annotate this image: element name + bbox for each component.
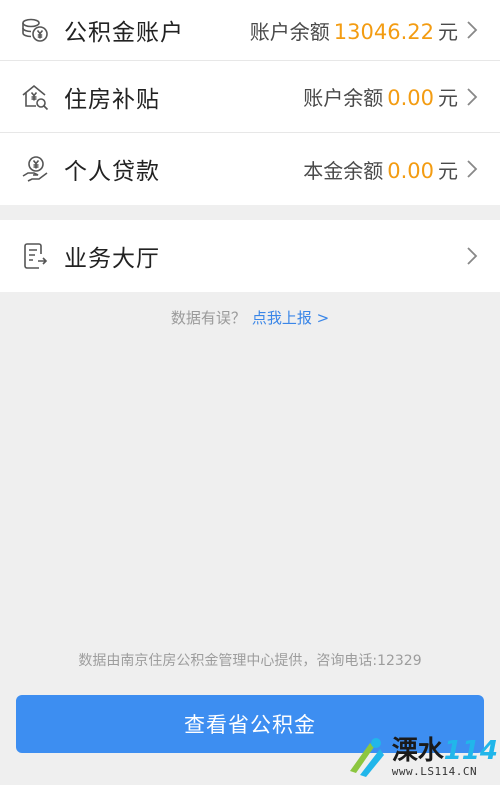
row-label: 住房补贴 xyxy=(64,86,160,113)
document-icon xyxy=(20,241,50,271)
balance-unit: 元 xyxy=(438,19,458,44)
row-label: 公积金账户 xyxy=(64,20,184,46)
service-card: 业务大厅 xyxy=(0,220,500,292)
report-prompt: 数据有误？ xyxy=(170,308,246,327)
chevron-right-icon xyxy=(467,21,478,39)
watermark-title-text: 溧水 xyxy=(391,735,444,766)
balance-label: 账户余额 xyxy=(303,86,384,110)
loan-hand-icon xyxy=(20,154,50,184)
section-gap xyxy=(0,205,500,220)
row-service-hall[interactable]: 业务大厅 xyxy=(0,220,500,292)
watermark-number: 114 xyxy=(443,735,498,766)
balance-info: 账户余额 13046.22 元 xyxy=(250,16,458,45)
row-personal-loan[interactable]: 个人贷款 本金余额 0.00 元 xyxy=(0,133,500,205)
footer-note: 数据由南京住房公积金管理中心提供，咨询电话:12329 xyxy=(78,653,422,669)
row-provident-fund-account[interactable]: 公积金账户 账户余额 13046.22 元 xyxy=(0,0,500,61)
balance-amount: 0.00 xyxy=(387,86,434,110)
accounts-card: 公积金账户 账户余额 13046.22 元 住房补贴 账户余额 0.00 元 个… xyxy=(0,0,500,205)
balance-info: 本金余额 0.00 元 xyxy=(303,155,458,184)
chevron-right-icon xyxy=(467,247,478,265)
watermark-title: 溧水114 xyxy=(392,737,498,765)
balance-info: 账户余额 0.00 元 xyxy=(303,82,458,111)
report-link[interactable]: 点我上报 > xyxy=(252,307,329,328)
watermark-logo-icon xyxy=(349,738,384,777)
error-report: 数据有误？ 点我上报 > xyxy=(0,292,500,342)
balance-unit: 元 xyxy=(438,158,458,183)
chevron-right-icon xyxy=(467,87,478,106)
chevron-right-icon xyxy=(467,160,478,178)
row-label: 业务大厅 xyxy=(64,246,160,272)
balance-amount: 13046.22 xyxy=(333,19,434,44)
balance-amount: 0.00 xyxy=(387,158,434,183)
row-label: 个人贷款 xyxy=(64,159,160,185)
balance-label: 账户余额 xyxy=(249,19,330,44)
row-housing-subsidy[interactable]: 住房补贴 账户余额 0.00 元 xyxy=(0,61,500,133)
house-subsidy-icon xyxy=(20,82,50,112)
watermark-url: www.LS114.CN xyxy=(391,764,478,778)
balance-label: 本金余额 xyxy=(303,158,384,183)
balance-unit: 元 xyxy=(438,86,458,110)
watermark: 溧水114 www.LS114.CN xyxy=(346,735,498,779)
coins-icon xyxy=(20,15,50,45)
